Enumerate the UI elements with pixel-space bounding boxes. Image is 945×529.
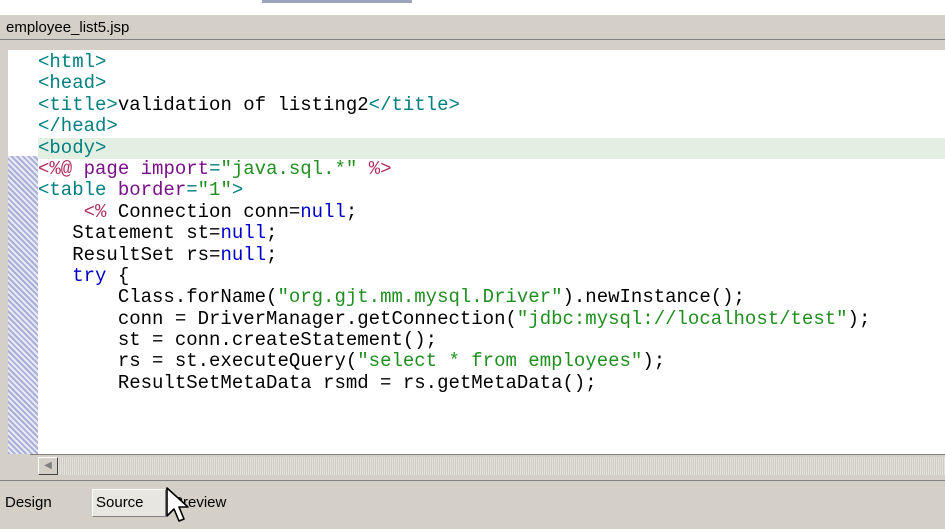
code-token: "jdbc:mysql://localhost/test" (516, 307, 848, 330)
code-token: <html> (38, 51, 107, 73)
code-token: conn = DriverManager.getConnection( (38, 307, 517, 330)
code-line[interactable]: st = conn.createStatement(); (38, 329, 945, 352)
code-token: ; (266, 243, 278, 266)
code-token: null (220, 243, 267, 266)
scrollbar-left-strip (0, 455, 38, 477)
code-line[interactable]: <head> (38, 73, 945, 94)
code-token: "1" (197, 179, 232, 202)
file-title: employee_list5.jsp (6, 19, 130, 36)
code-line[interactable]: <%@ page import="java.sql.*" %> (38, 157, 945, 180)
code-line[interactable]: ResultSetMetaData rsmd = rs.getMetaData(… (38, 371, 945, 394)
code-token: ResultSetMetaData rsmd = rs.getMetaData(… (38, 371, 597, 394)
code-line[interactable]: <body> (38, 136, 945, 159)
code-token: null (300, 200, 346, 223)
tab-design[interactable]: Design (2, 489, 90, 517)
code-token: <table (38, 179, 118, 202)
code-token: null (220, 222, 267, 245)
horizontal-scrollbar[interactable]: ◀ (0, 454, 945, 477)
code-token: st = conn.createStatement(); (38, 329, 438, 352)
code-token: <head> (38, 72, 107, 95)
code-token: border (117, 179, 187, 202)
triangle-left-icon: ◀ (44, 460, 52, 471)
file-title-bar: employee_list5.jsp (0, 14, 945, 40)
code-line[interactable]: ResultSet rs=null; (38, 243, 945, 266)
code-token: </title> (368, 93, 460, 116)
code-token: "org.gjt.mm.mysql.Driver" (277, 286, 563, 309)
scrollbar-track[interactable] (58, 457, 945, 475)
code-line[interactable]: <html> (38, 51, 945, 73)
code-line[interactable]: </head> (38, 115, 945, 138)
code-line[interactable]: Class.forName("org.gjt.mm.mysql.Driver")… (38, 287, 945, 308)
editor-gutter (8, 50, 38, 454)
code-token: validation of listing2 (117, 93, 369, 116)
code-line[interactable]: <table border="1"> (38, 180, 945, 201)
code-line[interactable]: try { (38, 264, 945, 287)
code-token: <body> (38, 136, 107, 159)
gutter-change-marker (8, 156, 38, 454)
mouse-pointer-icon (166, 487, 189, 522)
code-lines[interactable]: <html> <head> <title>validation of listing… (38, 51, 945, 394)
scroll-left-button[interactable]: ◀ (38, 457, 58, 475)
source-editor[interactable]: <html> <head> <title>validation of listing… (8, 50, 945, 454)
code-token: Statement st= (38, 222, 221, 245)
top-strip-mark (262, 0, 412, 3)
code-line[interactable]: conn = DriverManager.getConnection("jdbc… (38, 307, 945, 330)
code-token: "select * from employees" (357, 350, 643, 373)
code-token: ); (847, 307, 871, 330)
jsp-editor-window: employee_list5.jsp <html> <head> <title>va… (0, 0, 945, 529)
view-tab-bar: Design Source Preview (0, 480, 945, 529)
code-token: { (106, 264, 130, 287)
code-token: ; (345, 200, 358, 223)
code-token: > (231, 179, 244, 202)
code-line[interactable]: Statement st=null; (38, 222, 945, 245)
code-line[interactable]: <% Connection conn=null; (38, 200, 945, 223)
code-token: = (186, 179, 198, 202)
code-token: ; (266, 222, 278, 245)
code-token: <title> (38, 93, 118, 116)
code-token: import (140, 157, 210, 180)
code-token: ResultSet rs= (38, 243, 221, 266)
code-token: rs = st.executeQuery( (38, 350, 358, 373)
top-strip (0, 0, 945, 14)
code-token: = (209, 157, 221, 180)
code-token: ).newInstance(); (562, 286, 745, 309)
code-token: "java.sql.*" (220, 157, 358, 180)
code-token: <%@ (38, 157, 73, 180)
code-token: Connection conn= (106, 200, 301, 223)
code-token: Class.forName( (38, 286, 278, 309)
code-line[interactable]: <title>validation of listing2</title> (38, 93, 945, 116)
code-line[interactable]: rs = st.executeQuery("select * from empl… (38, 351, 945, 372)
code-token: try (72, 264, 107, 287)
code-token: ); (642, 350, 666, 373)
code-token: <% (83, 200, 107, 223)
code-token: </head> (38, 115, 118, 138)
tab-source[interactable]: Source (92, 489, 166, 517)
code-token: %> (357, 157, 392, 180)
code-token: page (72, 157, 141, 180)
